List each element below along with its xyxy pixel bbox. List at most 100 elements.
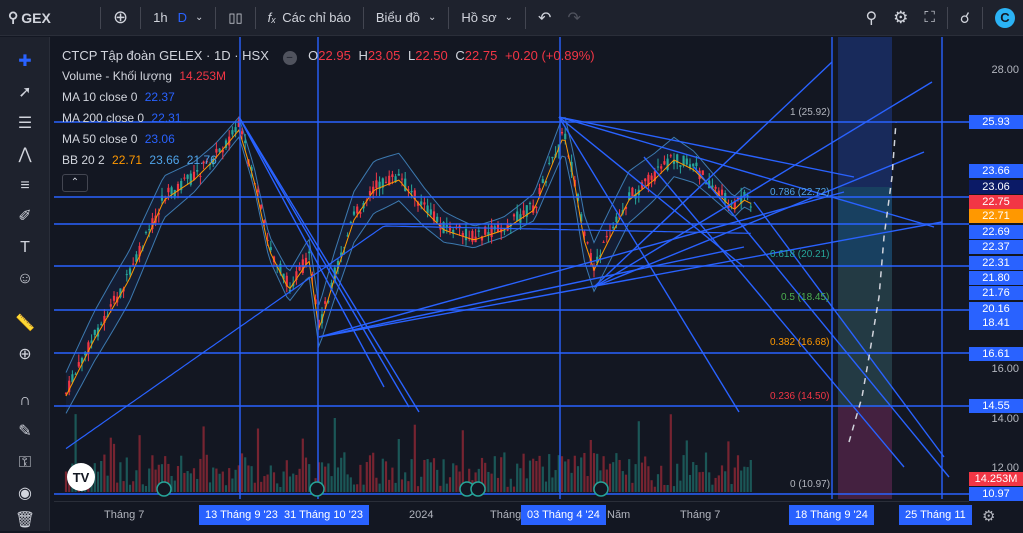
time-axis-settings[interactable]: ⚙ xyxy=(982,507,995,525)
chart-type-button[interactable]: ▯▯ xyxy=(220,0,250,36)
profile-label: Hồ sơ xyxy=(461,10,497,25)
volume-bar xyxy=(628,459,631,492)
price-label: 25.93 xyxy=(969,115,1023,129)
volume-bar xyxy=(362,484,365,492)
legend-ma50-row[interactable]: MA 50 close 0 23.06 xyxy=(62,129,595,150)
undo-button[interactable]: ↶ xyxy=(530,0,559,36)
fib-text: 0.786 (22.72) xyxy=(770,187,830,198)
fullscreen-button[interactable]: ⛶ xyxy=(916,0,943,36)
zoom-button[interactable]: ⚲ xyxy=(857,0,885,36)
pattern-icon: ⋀ xyxy=(18,146,32,163)
pattern-tool[interactable]: ⋀ xyxy=(13,143,37,167)
brush-tool[interactable]: ✐ xyxy=(13,205,37,229)
candle-body xyxy=(612,226,615,229)
interval-label: 1h xyxy=(153,10,168,25)
volume-bar xyxy=(180,455,183,492)
chart-menu-button[interactable]: Biểu đồ ⌄ xyxy=(368,0,444,36)
top-toolbar: ⚲ GEX ⊕ 1h D ⌄ ▯▯ fₓ Các chỉ báo Biểu đồ… xyxy=(0,0,1023,36)
zoom-in-tool[interactable]: ⊕ xyxy=(13,343,37,367)
event-marker[interactable] xyxy=(156,481,172,497)
volume-bar xyxy=(436,469,439,492)
candle-body xyxy=(720,189,724,195)
volume-bar xyxy=(538,455,541,492)
volume-bar xyxy=(247,465,250,492)
volume-bar xyxy=(615,453,618,492)
candle-body xyxy=(490,225,493,238)
volume-bar xyxy=(535,461,538,492)
volume-bar xyxy=(695,465,698,492)
volume-bar xyxy=(720,465,724,492)
volume-bar xyxy=(493,456,496,492)
volume-bar xyxy=(567,459,570,492)
candle-body xyxy=(426,205,429,214)
app-logo[interactable]: C xyxy=(987,0,1023,36)
text-tool[interactable]: T xyxy=(13,236,37,260)
crosshair-tool[interactable]: ✚ xyxy=(13,50,37,74)
volume-bar xyxy=(244,457,247,492)
volume-bar xyxy=(420,476,423,492)
volume-bar xyxy=(589,439,592,492)
lock-tool[interactable]: ⚿ xyxy=(13,451,37,475)
price-axis[interactable]: 28.00 16.00 14.00 12.00 25.93 23.66 23.06 2… xyxy=(969,37,1023,501)
legend-ma10-row[interactable]: MA 10 close 0 22.37 xyxy=(62,87,595,108)
svg-text:TV: TV xyxy=(73,470,90,485)
indicators-label: Các chỉ báo xyxy=(282,10,351,25)
event-marker[interactable] xyxy=(309,481,325,497)
lock-drawing-tool[interactable]: ✎ xyxy=(13,420,37,444)
time-highlight: 18 Tháng 9 '24 xyxy=(789,505,874,525)
time-label: Tháng xyxy=(490,509,522,521)
fib-icon: ≡ xyxy=(20,177,30,194)
app-logo-icon: C xyxy=(995,7,1015,28)
price-label: 22.37 xyxy=(969,240,1023,254)
legend-volume-row[interactable]: Volume - Khối lượng 14.253M xyxy=(62,66,595,87)
event-marker[interactable] xyxy=(470,481,486,497)
text-icon: T xyxy=(20,239,30,256)
settings-button[interactable]: ⚙ xyxy=(885,0,916,36)
fib-label-0618: 0.618 (20.21) xyxy=(770,249,830,260)
volume-bar xyxy=(292,473,295,492)
legend-bb-row[interactable]: BB 20 2 22.71 23.66 21.76 xyxy=(62,150,595,171)
volume-bar xyxy=(269,465,272,492)
fib-tool[interactable]: ≡ xyxy=(13,174,37,198)
volume-bar xyxy=(282,471,285,492)
event-marker[interactable] xyxy=(593,481,609,497)
volume-bar xyxy=(522,453,525,492)
share-button[interactable]: ☌ xyxy=(952,0,978,36)
redo-button[interactable]: ↷ xyxy=(559,0,588,36)
volume-bar xyxy=(234,469,237,492)
magnet-tool[interactable]: ∩ xyxy=(13,389,37,413)
volume-bar xyxy=(199,458,202,492)
horizontal-lines-tool[interactable]: ☰ xyxy=(13,112,37,136)
volume-bar xyxy=(260,481,263,492)
collapse-legend-button[interactable]: ⌃ xyxy=(62,174,88,192)
legend-ma200-row[interactable]: MA 200 close 0 22.31 xyxy=(62,108,595,129)
trash-tool[interactable]: 🗑 xyxy=(13,509,37,533)
fib-zone-green xyxy=(838,187,892,267)
legend-title[interactable]: CTCP Tập đoàn GELEX · 1D · HSX xyxy=(62,48,269,63)
emoji-tool[interactable]: ☺ xyxy=(13,267,37,291)
indicators-button[interactable]: fₓ Các chỉ báo xyxy=(260,0,359,36)
volume-bar xyxy=(612,462,615,492)
ruler-tool[interactable]: 📏 xyxy=(13,312,37,336)
close-icon[interactable]: – xyxy=(282,51,297,65)
profile-menu-button[interactable]: Hồ sơ ⌄ xyxy=(453,0,521,36)
visibility-tool[interactable]: ◉ xyxy=(13,482,37,506)
volume-bar xyxy=(368,455,372,492)
fullscreen-icon: ⛶ xyxy=(924,9,935,26)
divider xyxy=(140,6,142,29)
volume-bar xyxy=(637,421,640,492)
volume-bar xyxy=(394,482,397,492)
volume-bar xyxy=(397,439,400,492)
interval-selector[interactable]: 1h D ⌄ xyxy=(145,0,211,36)
symbol-search[interactable]: ⚲ GEX xyxy=(0,0,96,36)
redo-icon: ↷ xyxy=(567,9,581,27)
time-axis[interactable]: Tháng 7 2024 Tháng Năm Tháng 7 T 13 Thán… xyxy=(54,501,995,531)
volume-bar xyxy=(551,477,554,492)
volume-bar xyxy=(647,466,650,492)
volume-bar xyxy=(135,470,138,492)
add-symbol-button[interactable]: ⊕ xyxy=(105,0,136,36)
candle-body xyxy=(644,178,647,182)
trendline-tool[interactable]: ➚ xyxy=(13,81,37,105)
volume-bar xyxy=(439,485,442,492)
trash-icon: 🗑 xyxy=(14,512,36,529)
